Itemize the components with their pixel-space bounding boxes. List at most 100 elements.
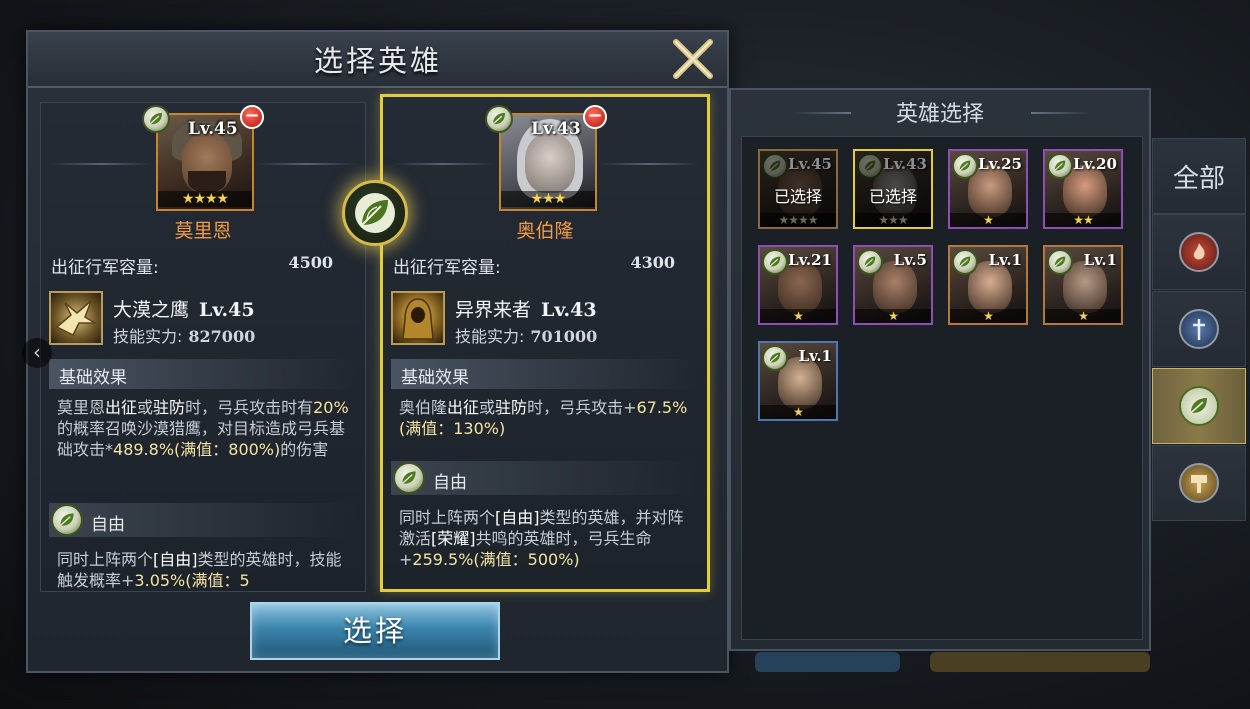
skill-power-value: 701000	[530, 327, 598, 346]
hero-card[interactable]: Lv.1 ★	[1043, 245, 1123, 325]
leaf-badge-icon	[762, 249, 788, 275]
bond-text-part: 同时上阵两个	[399, 508, 496, 527]
effect-value: 20%	[313, 398, 349, 417]
skill-power-label: 技能实力:	[455, 327, 525, 346]
march-capacity-row: 出征行军容量: 4300	[393, 253, 697, 278]
sword-icon	[1179, 309, 1219, 349]
bond-value: 259.5%(满值：500%)	[412, 550, 580, 569]
march-capacity-label: 出征行军容量:	[51, 258, 159, 278]
hooded-figure-skill-icon[interactable]	[391, 291, 445, 345]
bond-active-leaf-icon	[342, 180, 408, 246]
skill-row[interactable]: 大漠之鹰 Lv.45 技能实力: 827000	[49, 289, 357, 347]
dialog-title: 选择英雄	[313, 44, 442, 78]
eagle-skill-icon[interactable]	[49, 291, 103, 345]
select-button[interactable]: 选择	[250, 602, 500, 660]
effect-keyword: 出征	[105, 398, 138, 417]
hero-card[interactable]: Lv.1 ★	[948, 245, 1028, 325]
hero-portrait-frame: Lv.45 ★★★★	[156, 113, 254, 211]
effect-keyword: 驻防	[153, 398, 186, 417]
effect-text: 或	[137, 398, 154, 417]
remove-hero-button[interactable]: −	[240, 105, 264, 129]
hero-stars: ★★★	[855, 213, 931, 227]
skill-title: 大漠之鹰	[113, 299, 190, 321]
hero-stars: ★★★★	[760, 213, 836, 227]
effect-text: 的伤害	[280, 440, 329, 459]
base-effect-header: 基础效果	[49, 359, 357, 389]
leaf-badge-icon	[762, 345, 788, 371]
tab-fire[interactable]	[1152, 214, 1246, 290]
hero-level: Lv.45	[188, 119, 238, 139]
hero-face	[525, 133, 575, 193]
bond-value: 3.05%(满值：5	[134, 571, 250, 590]
hero-level: Lv.1	[988, 251, 1022, 269]
close-icon	[673, 39, 713, 79]
previous-arrow-button[interactable]: ‹	[22, 338, 52, 368]
skill-power-label: 技能实力:	[113, 327, 183, 346]
selected-label: 已选择	[868, 187, 917, 206]
beard	[188, 171, 226, 193]
hero-stars: ★	[760, 405, 836, 419]
march-capacity-label: 出征行军容量:	[393, 258, 501, 278]
hero-card[interactable]: Lv.21 ★	[758, 245, 838, 325]
effect-value: 489.8%(满值：800%)	[113, 440, 281, 459]
fire-icon	[1179, 232, 1219, 272]
background-bar	[755, 652, 900, 672]
tab-hammer[interactable]	[1152, 445, 1246, 521]
bond-keyword: [自由]	[495, 508, 540, 527]
hero-stars: ★	[1045, 309, 1121, 323]
hero-level: Lv.43	[531, 119, 581, 139]
hero-card[interactable]: Lv.5 ★	[853, 245, 933, 325]
bond-keyword: [荣耀]	[431, 529, 476, 548]
skill-name: 异界来者 Lv.43	[455, 295, 597, 322]
divider	[257, 163, 357, 165]
leaf-badge-icon	[485, 105, 513, 133]
hero-level: Lv.45	[788, 155, 832, 173]
hero-compare-dialog: 选择英雄 Lv.45 ★★★★ − 莫里恩 出征行军容量: 4500 大漠之鹰 …	[26, 30, 729, 673]
leaf-badge-icon	[952, 249, 978, 275]
bond-title: 自由	[91, 515, 125, 535]
hero-card[interactable]: Lv.45 已选择 ★★★★	[758, 149, 838, 229]
hero-level: Lv.21	[788, 251, 832, 269]
hero-portrait[interactable]: Lv.43 ★★★ −	[485, 105, 607, 211]
effect-keyword: 驻防	[495, 398, 528, 417]
hero-name: 莫里恩	[174, 220, 232, 242]
hero-card[interactable]: Lv.25 ★	[948, 149, 1028, 229]
close-button[interactable]	[668, 36, 718, 82]
hero-grid: Lv.45 已选择 ★★★★ Lv.43 已选择 ★★★ Lv.25 ★ Lv.20 ★★ Lv.2…	[741, 136, 1143, 640]
effect-text: 或	[479, 398, 496, 417]
effect-text: 时，弓兵攻击时有	[185, 398, 314, 417]
skill-power: 技能实力: 701000	[455, 323, 597, 347]
effect-keyword: 出征	[447, 398, 480, 417]
hero-stars: ★	[950, 309, 1026, 323]
hero-stars: ★	[855, 309, 931, 323]
hammer-icon	[1179, 463, 1219, 503]
effect-text: 莫里恩	[57, 398, 106, 417]
hero-card[interactable]: Lv.43 已选择 ★★★	[853, 149, 933, 229]
leaf-icon	[1179, 386, 1219, 426]
divider	[599, 163, 699, 165]
divider	[51, 163, 151, 165]
tab-all[interactable]: 全部	[1152, 138, 1246, 214]
tab-sword[interactable]	[1152, 291, 1246, 367]
right-hero-panel[interactable]: Lv.43 ★★★ − 奥伯隆 出征行军容量: 4300 异界来者 Lv.43	[380, 94, 710, 592]
hero-card[interactable]: Lv.1 ★	[758, 341, 838, 421]
hero-stars: ★★★	[501, 191, 595, 207]
hero-portrait[interactable]: Lv.45 ★★★★ −	[142, 105, 264, 211]
tab-leaf[interactable]	[1152, 368, 1246, 444]
bond-text: 同时上阵两个[自由]类型的英雄时，技能触发概率+3.05%(满值：5	[57, 549, 351, 591]
divider	[393, 163, 493, 165]
hero-stars: ★★	[1045, 213, 1121, 227]
hero-level: Lv.1	[1083, 251, 1117, 269]
bond-header: 自由	[391, 461, 699, 495]
remove-hero-button[interactable]: −	[583, 105, 607, 129]
bond-header: 自由	[49, 503, 357, 537]
march-capacity-value: 4500	[288, 253, 333, 272]
tab-all-label: 全部	[1172, 163, 1225, 194]
hero-level: Lv.25	[978, 155, 1022, 173]
hero-card[interactable]: Lv.20 ★★	[1043, 149, 1123, 229]
hero-level: Lv.5	[893, 251, 927, 269]
left-hero-panel[interactable]: Lv.45 ★★★★ − 莫里恩 出征行军容量: 4500 大漠之鹰 Lv.45	[40, 102, 366, 592]
skill-row[interactable]: 异界来者 Lv.43 技能实力: 701000	[391, 289, 699, 347]
leaf-badge-icon	[142, 105, 170, 133]
bond-keyword: [自由]	[153, 550, 198, 569]
